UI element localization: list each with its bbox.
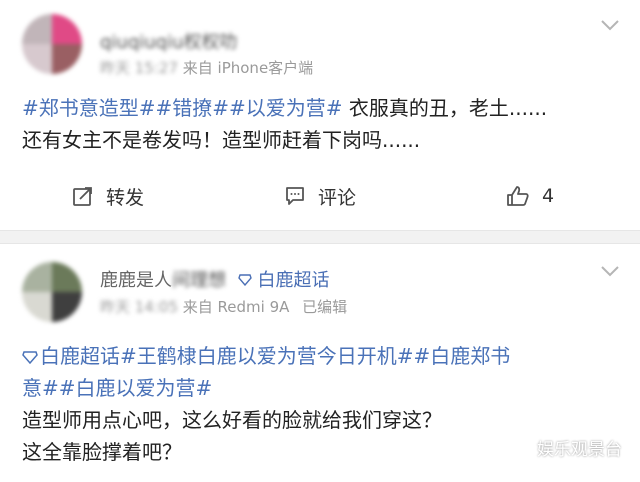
post-time: 昨天 14:05 <box>100 298 178 316</box>
username[interactable]: 鹿鹿是人间理想 白鹿超话 <box>100 266 329 292</box>
supertopic-icon <box>237 274 252 287</box>
comment-button[interactable]: 评论 <box>284 178 356 214</box>
avatar[interactable] <box>22 14 82 74</box>
username-text: qiuqiuqiu权权叻 <box>100 32 238 53</box>
watermark-text: 娱乐观景台 <box>537 440 622 460</box>
post-text-line: 造型师用点心吧，这么好看的脸就给我们穿这？ <box>22 408 442 432</box>
hashtag-text: 白鹿超话#王鹤棣白鹿以爱为营今日开机##白鹿郑书 <box>40 344 511 368</box>
edited-label: 已编辑 <box>302 298 348 316</box>
post-body: #郑书意造型##错撩##以爱为营# 衣服真的丑，老土...... 还有女主不是卷… <box>22 92 624 156</box>
weibo-post: qiuqiuqiu权权叻 昨天 15:27 来自 iPhone客户端 #郑书意造… <box>0 0 640 230</box>
supertopic-tag[interactable]: 白鹿超话 <box>257 270 329 291</box>
post-text: 衣服真的丑，老土...... <box>342 96 548 120</box>
post-source: 来自 iPhone客户端 <box>178 59 314 77</box>
like-count: 4 <box>542 185 555 207</box>
post-text-line: 还有女主不是卷发吗！造型师赶着下岗吗...... <box>22 128 421 152</box>
username-text: 鹿鹿是人 <box>100 270 172 291</box>
hashtag-link[interactable]: #郑书意造型##错撩##以爱为营# <box>22 96 343 120</box>
action-bar: 转发 评论 4 <box>0 178 640 214</box>
username[interactable]: qiuqiuqiu权权叻 <box>100 28 238 54</box>
comment-label: 评论 <box>318 186 357 209</box>
post-meta: 昨天 14:05 来自 Redmi 9A 已编辑 <box>100 296 347 317</box>
repost-label: 转发 <box>106 186 145 209</box>
repost-icon <box>73 187 92 206</box>
watermark: 娱乐观景台 <box>513 435 622 460</box>
hashtag-link[interactable]: 意##白鹿以爱为营# <box>22 372 624 404</box>
supertopic-icon <box>22 351 38 365</box>
post-divider <box>0 230 640 244</box>
post-time: 昨天 15:27 <box>100 59 178 77</box>
like-icon <box>507 186 529 206</box>
repost-button[interactable]: 转发 <box>72 178 144 214</box>
comment-icon <box>286 187 304 205</box>
avatar[interactable] <box>22 262 82 322</box>
hashtag-link[interactable]: 白鹿超话#王鹤棣白鹿以爱为营今日开机##白鹿郑书 <box>22 340 624 372</box>
chevron-down-icon[interactable] <box>600 18 620 32</box>
like-button[interactable]: 4 <box>506 178 554 214</box>
wechat-icon <box>513 439 533 455</box>
post-meta: 昨天 15:27 来自 iPhone客户端 <box>100 57 313 78</box>
chevron-down-icon[interactable] <box>600 264 620 278</box>
post-source: 来自 Redmi 9A <box>178 298 290 316</box>
username-blurred: 间理想 <box>172 270 226 291</box>
